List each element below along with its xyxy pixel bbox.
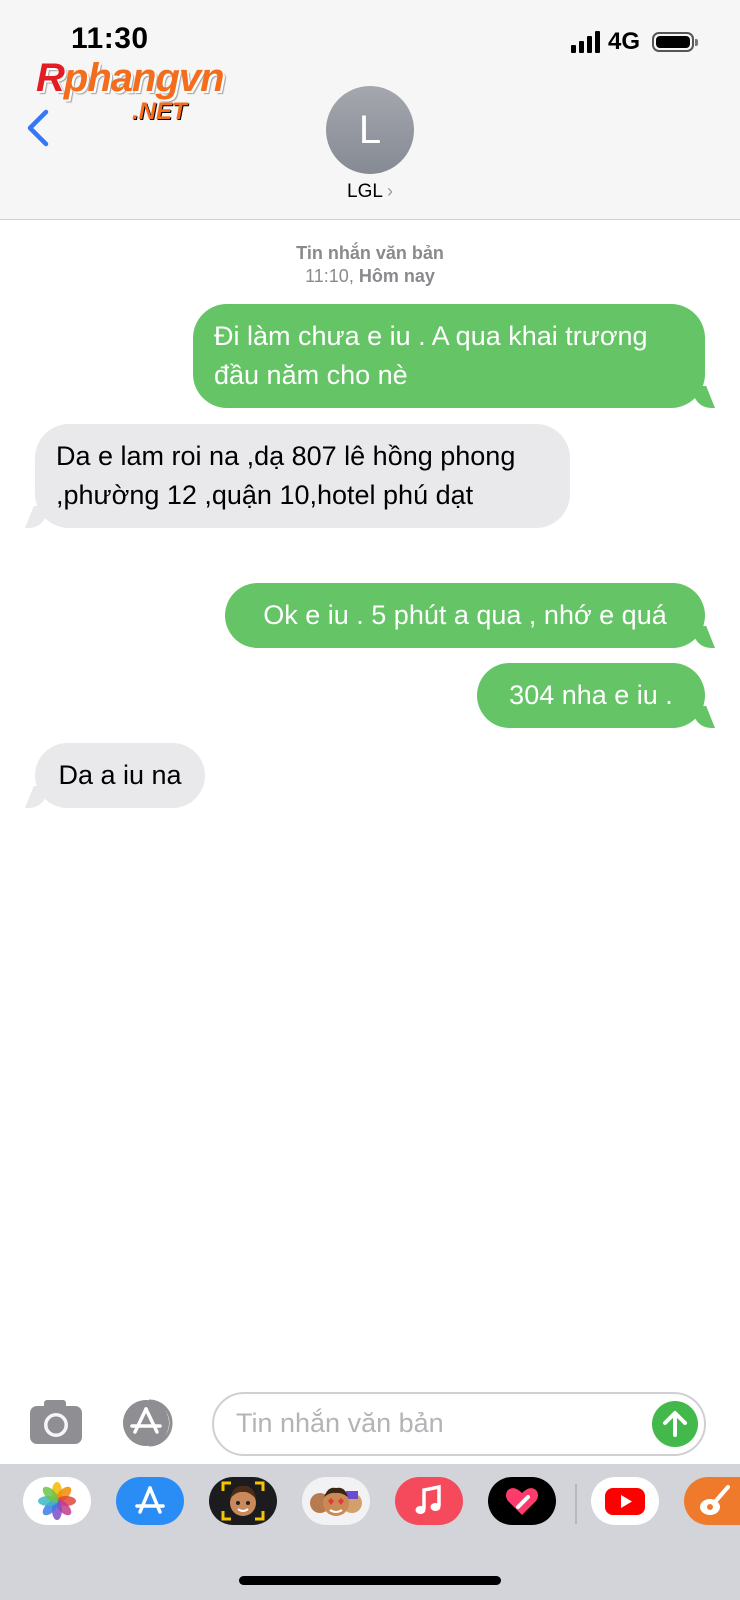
digital-touch-icon[interactable]	[488, 1477, 556, 1525]
timestamp-time: 11:10,	[305, 266, 354, 286]
outgoing-message-bubble[interactable]: 304 nha e iu .	[477, 663, 705, 728]
photos-icon[interactable]	[23, 1477, 91, 1525]
contact-name: LGL	[347, 181, 383, 202]
message-type-label: Tin nhắn văn bản	[296, 243, 444, 263]
app-store-apps-icon[interactable]	[121, 1398, 185, 1448]
watermark-sub: .NET	[132, 98, 187, 125]
thread-timestamp: Tin nhắn văn bản 11:10, Hôm nay	[0, 242, 740, 288]
app-store-icon[interactable]	[116, 1477, 184, 1525]
chevron-right-icon: ›	[386, 181, 393, 201]
drawer-divider	[575, 1484, 577, 1524]
conversation-header: 11:30 4G Rphangvn .NET L LGL ›	[0, 0, 740, 220]
network-type: 4G	[607, 28, 640, 55]
send-button[interactable]	[652, 1401, 698, 1447]
watermark-main: Rphangvn	[36, 56, 225, 100]
timestamp-day: Hôm nay	[358, 266, 435, 286]
memoji-camera-icon[interactable]	[209, 1477, 277, 1525]
music-icon[interactable]	[395, 1477, 463, 1525]
home-indicator[interactable]	[239, 1576, 501, 1585]
watermark-logo: Rphangvn .NET	[36, 56, 266, 132]
youtube-icon[interactable]	[591, 1477, 659, 1525]
arrow-up-icon	[663, 1411, 687, 1437]
message-input[interactable]: Tin nhắn văn bản	[212, 1392, 706, 1456]
status-indicators: 4G	[570, 28, 698, 56]
contact-name-row[interactable]: LGL ›	[0, 181, 740, 203]
garageband-icon[interactable]	[684, 1477, 740, 1525]
status-time: 11:30	[71, 22, 149, 55]
app-drawer	[0, 1464, 740, 1600]
outgoing-message-bubble[interactable]: Đi làm chưa e iu . A qua khai trương đầu…	[193, 304, 705, 408]
cellular-signal-icon	[570, 31, 600, 53]
battery-icon	[652, 32, 698, 52]
back-chevron-icon[interactable]	[24, 108, 56, 148]
message-input-placeholder: Tin nhắn văn bản	[236, 1408, 444, 1438]
incoming-message-bubble[interactable]: Da e lam roi na ,dạ 807 lê hồng phong ,p…	[35, 424, 570, 528]
outgoing-message-bubble[interactable]: Ok e iu . 5 phút a qua , nhớ e quá	[225, 583, 705, 648]
contact-avatar[interactable]: L	[326, 86, 414, 174]
memoji-stickers-icon[interactable]	[302, 1477, 370, 1525]
camera-icon[interactable]	[28, 1398, 84, 1448]
incoming-message-bubble[interactable]: Da a iu na	[35, 743, 205, 808]
